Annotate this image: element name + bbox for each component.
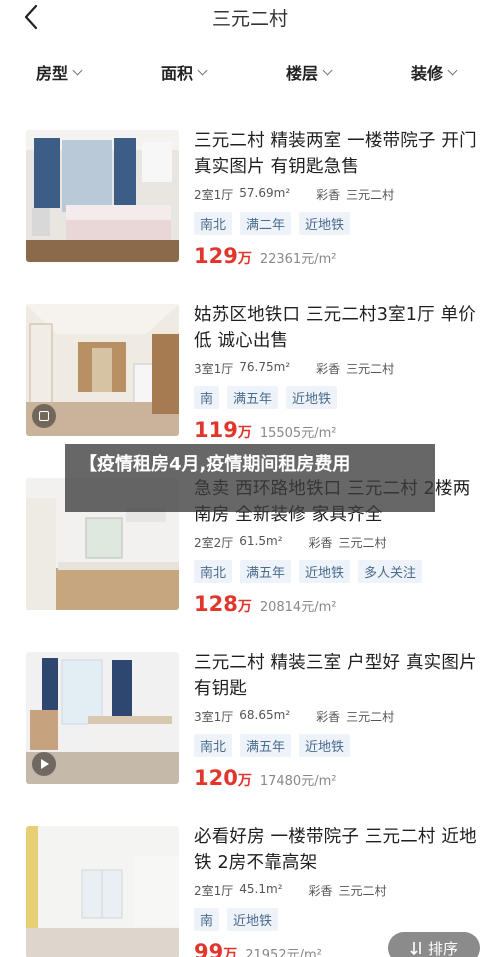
listing-price: 119万	[194, 418, 252, 442]
listing-tag: 近地铁	[299, 560, 351, 583]
header: 三元二村	[0, 0, 500, 44]
listing-unit-price: 20814元/m²	[259, 600, 337, 615]
listing-price: 120万	[194, 766, 252, 790]
listing-price-row: 128万 20814元/m²	[194, 592, 484, 616]
listing-title: 姑苏区地铁口 三元二村3室1厅 单价低 诚心出售	[194, 305, 476, 351]
listing-tag: 满五年	[240, 560, 292, 583]
sort-button[interactable]: 排序	[388, 932, 480, 957]
filter-label: 装修	[411, 64, 444, 83]
filter-label: 楼层	[286, 64, 319, 83]
chevron-down-icon	[322, 65, 333, 75]
listing-title: 三元二村 精装三室 户型好 真实图片 有钥匙	[194, 653, 477, 699]
listing-price-row: 119万 15505元/m²	[194, 418, 484, 442]
listing-tag: 满五年	[227, 386, 279, 409]
listing-unit-price: 15505元/m²	[259, 426, 337, 441]
listing-area: 76.75m²	[239, 360, 291, 374]
listing-photo	[26, 304, 179, 436]
listing-district: 彩香	[308, 884, 333, 898]
listing-tags: 南北 满二年 近地铁	[194, 212, 484, 235]
listing-tag: 南北	[194, 212, 233, 235]
listing-info: 三元二村 精装三室 户型好 真实图片 有钥匙 3室1厅 68.65m² 彩香 三…	[194, 650, 484, 790]
listing-unit-price: 17480元/m²	[259, 774, 337, 789]
chevron-down-icon	[197, 65, 208, 75]
listing-tag: 近地铁	[299, 212, 351, 235]
filter-room-type[interactable]: 房型	[36, 60, 83, 84]
listing-meta: 2室2厅 61.5m² 彩香 三元二村	[194, 534, 484, 551]
listing-meta: 2室1厅 45.1m² 彩香 三元二村	[194, 882, 484, 899]
listing-price: 128万	[194, 592, 252, 616]
listing-layout: 2室1厅	[194, 188, 234, 202]
listing-info: 姑苏区地铁口 三元二村3室1厅 单价低 诚心出售 3室1厅 76.75m² 彩香…	[194, 302, 484, 442]
listing-layout: 3室1厅	[194, 710, 234, 724]
listing-tag: 近地铁	[286, 386, 338, 409]
listing-area: 45.1m²	[239, 882, 283, 896]
headline-text: 【疫情租房4月,疫情期间租房费用	[79, 454, 351, 475]
headline-overlay: 【疫情租房4月,疫情期间租房费用	[65, 444, 435, 512]
listing-price-row: 120万 17480元/m²	[194, 766, 484, 790]
listing-district: 彩香	[316, 188, 341, 202]
listing-community: 三元二村	[338, 536, 387, 550]
listing-tag: 南	[194, 908, 220, 931]
listing-layout: 3室1厅	[194, 362, 234, 376]
listing-photo	[26, 652, 179, 784]
filter-label: 房型	[36, 64, 69, 83]
listing-photo	[26, 130, 179, 262]
listing-price: 99万	[194, 940, 238, 957]
listing-area: 57.69m²	[239, 186, 291, 200]
sort-icon	[410, 942, 421, 956]
listing-meta: 2室1厅 57.69m² 彩香 三元二村	[194, 186, 484, 203]
listing-tags: 南北 满五年 近地铁	[194, 734, 484, 757]
chevron-down-icon	[72, 65, 83, 75]
sort-label: 排序	[427, 939, 458, 957]
listing-area: 68.65m²	[239, 708, 291, 722]
listing-meta: 3室1厅 76.75m² 彩香 三元二村	[194, 360, 484, 377]
listing-card[interactable]: 姑苏区地铁口 三元二村3室1厅 单价低 诚心出售 3室1厅 76.75m² 彩香…	[0, 292, 500, 442]
listing-unit-price: 21952元/m²	[245, 948, 322, 957]
listing-tags: 南北 满五年 近地铁 多人关注	[194, 560, 484, 583]
listing-unit-price: 22361元/m²	[259, 252, 337, 267]
listing-photo	[26, 826, 179, 957]
listing-meta: 3室1厅 68.65m² 彩香 三元二村	[194, 708, 484, 725]
listing-layout: 2室2厅	[194, 536, 234, 550]
listing-info: 三元二村 精装两室 一楼带院子 开门 真实图片 有钥匙急售 2室1厅 57.69…	[194, 128, 484, 268]
listing-tag: 满五年	[240, 734, 292, 757]
filter-floor[interactable]: 楼层	[286, 60, 333, 84]
filter-label: 面积	[161, 64, 194, 83]
filter-bar: 房型 面积 楼层 装修	[0, 56, 500, 88]
page-title: 三元二村	[211, 8, 288, 30]
listing-tag: 满二年	[240, 212, 292, 235]
listing-tags: 南 近地铁	[194, 908, 484, 931]
listing-tag: 多人关注	[358, 560, 423, 583]
listing-title: 三元二村 精装两室 一楼带院子 开门 真实图片 有钥匙急售	[194, 131, 477, 177]
listing-area: 61.5m²	[239, 534, 283, 548]
listing-tag: 近地铁	[299, 734, 351, 757]
listing-community: 三元二村	[346, 710, 395, 724]
listing-tag: 近地铁	[227, 908, 279, 931]
vr-icon[interactable]	[32, 404, 56, 428]
listing-card[interactable]: 三元二村 精装两室 一楼带院子 开门 真实图片 有钥匙急售 2室1厅 57.69…	[0, 118, 500, 268]
listing-district: 彩香	[316, 362, 341, 376]
listing-price-row: 129万 22361元/m²	[194, 244, 484, 268]
listing-district: 彩香	[308, 536, 333, 550]
listing-district: 彩香	[316, 710, 341, 724]
listing-tags: 南 满五年 近地铁	[194, 386, 484, 409]
listing-card[interactable]: 三元二村 精装三室 户型好 真实图片 有钥匙 3室1厅 68.65m² 彩香 三…	[0, 640, 500, 790]
listing-layout: 2室1厅	[194, 884, 234, 898]
listing-community: 三元二村	[346, 362, 395, 376]
listing-tag: 南	[194, 386, 220, 409]
chevron-down-icon	[447, 65, 458, 75]
listing-title: 必看好房 一楼带院子 三元二村 近地铁 2房不靠高架	[194, 827, 477, 873]
listing-community: 三元二村	[338, 884, 387, 898]
filter-decoration[interactable]: 装修	[411, 60, 458, 84]
listing-community: 三元二村	[346, 188, 395, 202]
listing-tag: 南北	[194, 734, 233, 757]
listing-tag: 南北	[194, 560, 233, 583]
filter-area[interactable]: 面积	[161, 60, 208, 84]
listing-price: 129万	[194, 244, 252, 268]
play-icon[interactable]	[32, 752, 56, 776]
